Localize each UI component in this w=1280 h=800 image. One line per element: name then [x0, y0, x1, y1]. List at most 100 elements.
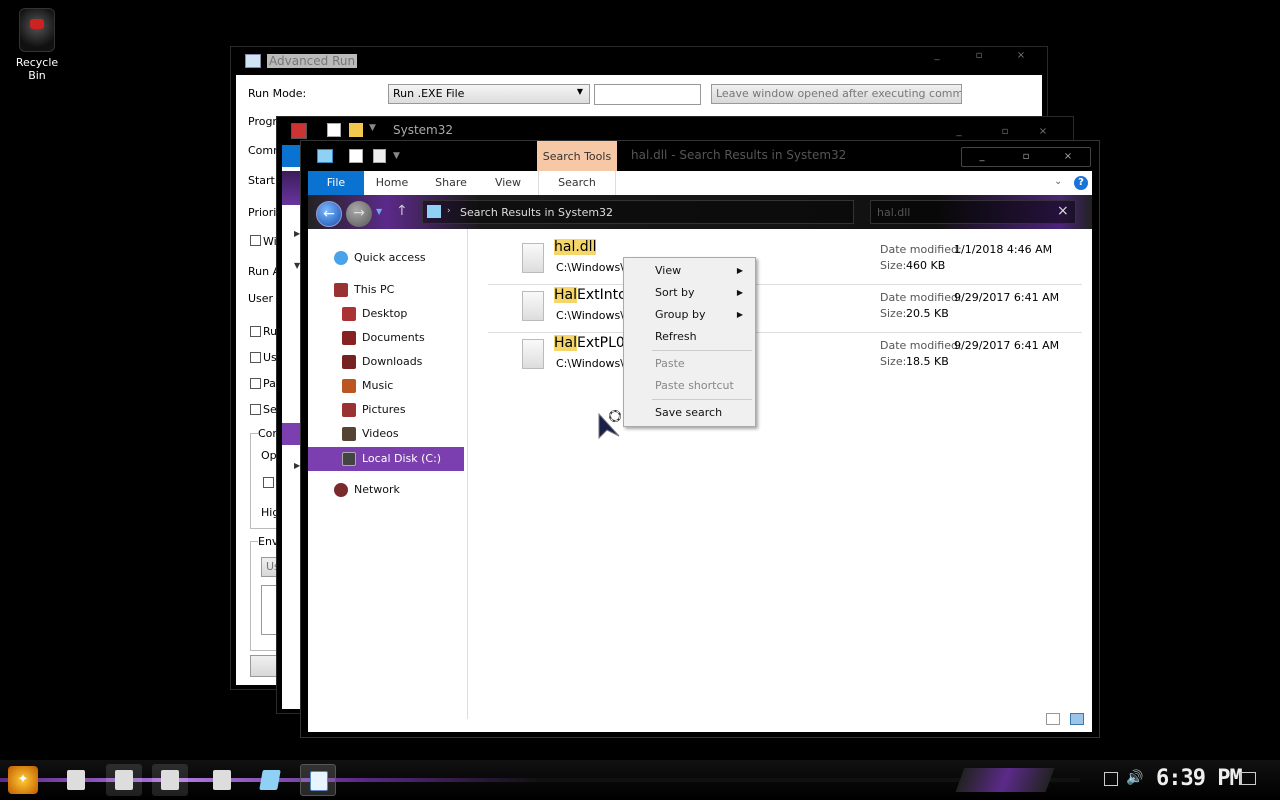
- videos-icon: [342, 427, 356, 441]
- taskbar-button-file-3[interactable]: [152, 764, 188, 796]
- menu-item-paste-shortcut[interactable]: Paste shortcut: [624, 375, 755, 397]
- menu-item-view[interactable]: View ▶: [624, 260, 755, 282]
- expand-ribbon-icon[interactable]: ⌄: [1054, 176, 1062, 187]
- minimize-button[interactable]: _: [939, 123, 979, 141]
- search-results-window[interactable]: ▼ Search Tools hal.dll - Search Results …: [300, 140, 1100, 738]
- size-label: Size:: [880, 259, 907, 272]
- window-checkbox[interactable]: [250, 235, 261, 246]
- taskbar-button-document[interactable]: [204, 764, 240, 796]
- network-tray-icon[interactable]: [1104, 772, 1118, 786]
- option-checkbox-2[interactable]: [250, 352, 261, 363]
- chevron-down-icon[interactable]: ▼: [369, 123, 376, 133]
- sidebar-item-label: Downloads: [362, 355, 423, 368]
- sidebar-item-network[interactable]: Network: [334, 479, 400, 501]
- sidebar-item-desktop[interactable]: Desktop: [342, 303, 407, 325]
- size-label: Size:: [880, 355, 907, 368]
- program-label: Progr: [248, 115, 277, 128]
- search-tools-context-tab[interactable]: Search Tools: [537, 141, 617, 171]
- taskbar-button-advanced-run[interactable]: [300, 764, 336, 796]
- sidebar-item-label: Network: [354, 483, 400, 496]
- name-highlight: Hal: [554, 335, 577, 351]
- tab-search[interactable]: Search: [538, 171, 616, 195]
- sidebar-item-downloads[interactable]: Downloads: [342, 351, 422, 373]
- forward-arrow-icon[interactable]: →: [346, 201, 372, 227]
- menu-item-label: View: [655, 264, 682, 277]
- system32-title: System32: [393, 123, 454, 137]
- menu-item-paste[interactable]: Paste: [624, 353, 755, 375]
- maximize-button[interactable]: ▫: [985, 123, 1025, 141]
- new-folder-icon[interactable]: [349, 123, 363, 137]
- taskbar-button-explorer[interactable]: [252, 764, 288, 796]
- menu-item-group-by[interactable]: Group by ▶: [624, 304, 755, 326]
- back-arrow-icon[interactable]: ←: [316, 201, 342, 227]
- breadcrumb[interactable]: › Search Results in System32 ›: [422, 200, 854, 224]
- notifications-icon[interactable]: [1240, 772, 1256, 785]
- search-input[interactable]: hal.dll ×: [870, 200, 1076, 224]
- tab-file[interactable]: File: [308, 171, 364, 195]
- tab-home[interactable]: Home: [368, 171, 416, 195]
- tab-view[interactable]: View: [486, 171, 530, 195]
- sidebar-item-videos[interactable]: Videos: [342, 423, 399, 445]
- option-checkbox-3[interactable]: [250, 378, 261, 389]
- maximize-button[interactable]: ▫: [1006, 148, 1046, 166]
- close-button[interactable]: ×: [1048, 148, 1088, 166]
- recent-locations-icon[interactable]: ▼: [376, 207, 382, 216]
- close-button[interactable]: ×: [1023, 123, 1063, 141]
- chevron-right-icon: ›: [609, 206, 613, 216]
- documents-icon: [342, 331, 356, 345]
- search-window-title: hal.dll - Search Results in System32: [631, 148, 847, 162]
- sidebar-item-label: Documents: [362, 331, 425, 344]
- up-arrow-icon[interactable]: ↑: [396, 203, 408, 219]
- list-item[interactable]: HalExtPL08 C:\Windows\S Date modified: 9…: [488, 335, 1082, 381]
- minimize-button[interactable]: _: [917, 47, 957, 65]
- details-view-icon[interactable]: [1046, 713, 1060, 725]
- help-icon[interactable]: ?: [1074, 176, 1088, 190]
- menu-item-sort-by[interactable]: Sort by ▶: [624, 282, 755, 304]
- sidebar-item-this-pc[interactable]: This PC: [334, 279, 394, 301]
- name-highlight: Hal: [554, 287, 577, 303]
- clock[interactable]: 6:39 PM: [1156, 766, 1243, 791]
- option-checkbox-4[interactable]: [250, 404, 261, 415]
- properties-icon[interactable]: [327, 123, 341, 137]
- advanced-run-app-icon: [245, 54, 261, 68]
- tab-share[interactable]: Share: [426, 171, 476, 195]
- chevron-down-icon[interactable]: ▼: [393, 151, 400, 161]
- list-item[interactable]: hal.dll C:\Windows\S Date modified: 1/1/…: [488, 239, 1082, 285]
- sidebar-item-music[interactable]: Music: [342, 375, 393, 397]
- menu-item-refresh[interactable]: Refresh: [624, 326, 755, 348]
- run-mode-text-field[interactable]: [594, 84, 701, 105]
- sidebar-item-local-disk[interactable]: Local Disk (C:): [308, 447, 464, 471]
- run-mode-select[interactable]: Run .EXE File ▼: [388, 84, 590, 104]
- dll-file-icon: [522, 243, 544, 273]
- clear-search-icon[interactable]: ×: [1057, 203, 1069, 219]
- sidebar-item-documents[interactable]: Documents: [342, 327, 425, 349]
- folder-app-icon: [317, 149, 333, 163]
- recycle-bin-icon[interactable]: Recycle Bin: [6, 8, 68, 82]
- date-label: Date modified:: [880, 291, 962, 304]
- large-icons-view-icon[interactable]: [1070, 713, 1084, 725]
- option-checkbox-1[interactable]: [250, 326, 261, 337]
- close-button[interactable]: ×: [1001, 47, 1041, 65]
- menu-item-save-search[interactable]: Save search: [624, 402, 755, 424]
- sidebar-item-pictures[interactable]: Pictures: [342, 399, 406, 421]
- properties-icon[interactable]: [349, 149, 363, 163]
- maximize-button[interactable]: ▫: [959, 47, 999, 65]
- taskbar-button-file-2[interactable]: [106, 764, 142, 796]
- sidebar-item-quick-access[interactable]: Quick access: [334, 247, 426, 269]
- taskbar-button-file[interactable]: [58, 764, 94, 796]
- taskbar: ✦ 🔊 6:39 PM: [0, 760, 1280, 800]
- list-item[interactable]: HalExtIntcL C:\Windows\S Date modified: …: [488, 287, 1082, 333]
- new-file-icon[interactable]: [373, 149, 386, 163]
- sidebar-item-label: Quick access: [354, 251, 426, 264]
- leave-window-option[interactable]: Leave window opened after executing comm: [711, 84, 962, 104]
- file-path: C:\Windows\S: [556, 261, 631, 274]
- compat-checkbox[interactable]: [263, 477, 274, 488]
- option-label-1: Ru: [263, 325, 278, 338]
- size-label: Size:: [880, 307, 907, 320]
- breadcrumb-label[interactable]: Search Results in System32: [460, 206, 613, 219]
- volume-icon[interactable]: 🔊: [1126, 770, 1143, 786]
- start-button[interactable]: ✦: [8, 766, 38, 794]
- drive-icon: [342, 452, 356, 466]
- minimize-button[interactable]: _: [962, 148, 1002, 166]
- dll-file-icon: [522, 339, 544, 369]
